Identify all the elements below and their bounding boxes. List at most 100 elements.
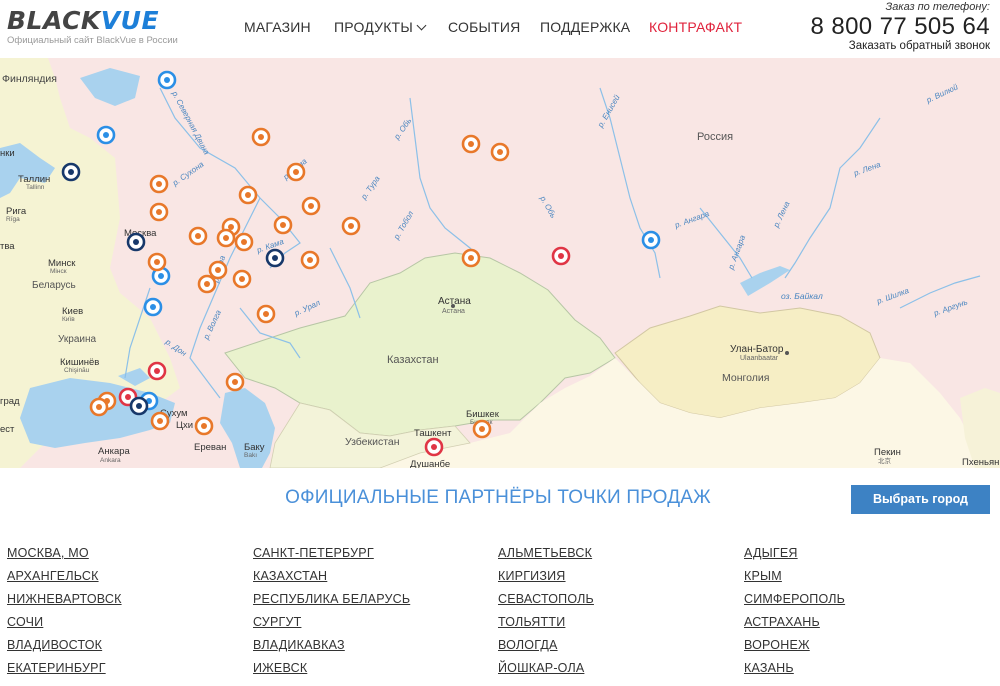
nav-products[interactable]: ПРОДУКТЫ (334, 19, 427, 35)
dealer-marker-red[interactable] (424, 437, 444, 457)
dealer-marker-orange[interactable] (286, 162, 306, 182)
map-canvas[interactable]: Финляндия Россия Казахстан Монголия Узбе… (0, 58, 1000, 468)
city-link[interactable]: Симферополь (744, 591, 845, 614)
dealer-marker-orange[interactable] (251, 127, 271, 147)
dealer-marker-orange[interactable] (490, 142, 510, 162)
dealer-marker-blue[interactable] (96, 125, 116, 145)
city-link[interactable]: Москва, МО (7, 545, 122, 568)
city-link[interactable]: Крым (744, 568, 845, 591)
city-link[interactable]: Владивосток (7, 637, 122, 660)
city-link[interactable]: Сургут (253, 614, 410, 637)
nav-events[interactable]: СОБЫТИЯ (448, 19, 520, 35)
dealer-marker-orange[interactable] (150, 411, 170, 431)
dealer-marker-orange[interactable] (301, 196, 321, 216)
city-link[interactable]: Нижневартовск (7, 591, 122, 614)
dealer-marker-orange[interactable] (149, 174, 169, 194)
city-link[interactable]: Владикавказ (253, 637, 410, 660)
dealer-marker-dot (263, 311, 269, 317)
city-column-1: Москва, МО Архангельск Нижневартовск Соч… (7, 545, 122, 683)
dealer-marker-navy[interactable] (126, 232, 146, 252)
dealer-marker-orange[interactable] (232, 269, 252, 289)
dealer-marker-navy[interactable] (129, 396, 149, 416)
map-label-kazakhstan: Казахстан (387, 354, 439, 366)
city-link[interactable]: Йошкар-Ола (498, 660, 594, 683)
dealer-marker-dot (648, 237, 654, 243)
nav-shop[interactable]: МАГАЗИН (244, 19, 311, 35)
nav-counterfeit[interactable]: КОНТРАФАКТ (649, 19, 742, 35)
map-label-bukarest: ест (0, 424, 15, 435)
dealer-marker-dot (348, 223, 354, 229)
dealer-marker-orange[interactable] (461, 134, 481, 154)
city-link[interactable]: Архангельск (7, 568, 122, 591)
dealer-marker-dot (158, 273, 164, 279)
dealer-marker-dot (215, 267, 221, 273)
city-link[interactable]: Адыгея (744, 545, 845, 568)
dealer-marker-navy[interactable] (61, 162, 81, 182)
city-link[interactable]: Вологда (498, 637, 594, 660)
dealer-marker-orange[interactable] (197, 274, 217, 294)
city-link[interactable]: Астрахань (744, 614, 845, 637)
blackvue-logo[interactable]: BLACKVUE Официальный сайт BlackVue в Рос… (7, 8, 178, 47)
city-link[interactable]: Казань (744, 660, 845, 683)
dealer-marker-dot (223, 235, 229, 241)
city-link[interactable]: Ижевск (253, 660, 410, 683)
city-link[interactable]: Республика Беларусь (253, 591, 410, 614)
dealer-marker-dot (103, 132, 109, 138)
city-column-4: Адыгея Крым Симферополь Астрахань Вороне… (744, 545, 845, 683)
dealer-marker-orange[interactable] (256, 304, 276, 324)
dealer-marker-dot (156, 181, 162, 187)
map-label-ukraine: Украина (58, 334, 97, 345)
dealer-marker-orange[interactable] (472, 419, 492, 439)
dealer-marker-dot (154, 259, 160, 265)
dealer-marker-dot (96, 404, 102, 410)
city-link[interactable]: Киргизия (498, 568, 594, 591)
callback-link[interactable]: Заказать обратный звонок (811, 40, 990, 52)
dealer-marker-dot (133, 239, 139, 245)
dealer-marker-orange[interactable] (147, 252, 167, 272)
map-label-ankara-sub: Ankara (100, 457, 121, 464)
city-link[interactable]: Екатеринбург (7, 660, 122, 683)
dealer-marker-blue[interactable] (157, 70, 177, 90)
dealer-marker-orange[interactable] (300, 250, 320, 270)
nav-support[interactable]: ПОДДЕРЖКА (540, 19, 630, 35)
dealer-marker-orange[interactable] (216, 228, 236, 248)
city-link[interactable]: Тольятти (498, 614, 594, 637)
city-link[interactable]: Альметьевск (498, 545, 594, 568)
dealer-marker-orange[interactable] (238, 185, 258, 205)
dealer-marker-orange[interactable] (194, 416, 214, 436)
dealer-marker-orange[interactable] (225, 372, 245, 392)
dealer-marker-orange[interactable] (208, 260, 228, 280)
dealer-marker-dot (228, 224, 234, 230)
dealer-marker-dot (150, 304, 156, 310)
dealer-marker-red[interactable] (551, 246, 571, 266)
map-label-ankara: Анкара (98, 446, 131, 457)
city-link[interactable]: Воронеж (744, 637, 845, 660)
dealer-marker-blue[interactable] (641, 230, 661, 250)
dealer-marker-orange[interactable] (461, 248, 481, 268)
dealer-marker-orange[interactable] (89, 397, 109, 417)
dealer-marker-orange[interactable] (273, 215, 293, 235)
dealer-map[interactable]: Финляндия Россия Казахстан Монголия Узбе… (0, 58, 1000, 468)
phone-number[interactable]: 8 800 77 505 64 (811, 14, 991, 40)
map-label-dushanbe: Душанбе (410, 459, 450, 468)
dealer-marker-navy[interactable] (265, 248, 285, 268)
city-column-3: Альметьевск Киргизия Севастополь Тольятт… (498, 545, 594, 683)
map-label-minsk-sub: Мінск (50, 267, 67, 275)
city-link[interactable]: Санкт-Петербург (253, 545, 410, 568)
map-label-belarus: Беларусь (32, 280, 76, 291)
map-label-vilnius: тва (0, 241, 15, 252)
dealer-marker-dot (280, 222, 286, 228)
map-label-tallinn-sub: Tallinn (26, 184, 45, 191)
dealer-marker-orange[interactable] (149, 202, 169, 222)
map-label-mongolia: Монголия (722, 372, 769, 384)
dealer-marker-blue[interactable] (143, 297, 163, 317)
city-link[interactable]: Казахстан (253, 568, 410, 591)
city-link[interactable]: Сочи (7, 614, 122, 637)
city-link[interactable]: Севастополь (498, 591, 594, 614)
dealer-marker-orange[interactable] (188, 226, 208, 246)
dealer-marker-orange[interactable] (234, 232, 254, 252)
dealer-marker-dot (468, 141, 474, 147)
dealer-marker-red[interactable] (147, 361, 167, 381)
dealer-marker-orange[interactable] (341, 216, 361, 236)
choose-city-button[interactable]: Выбрать город (851, 485, 990, 514)
